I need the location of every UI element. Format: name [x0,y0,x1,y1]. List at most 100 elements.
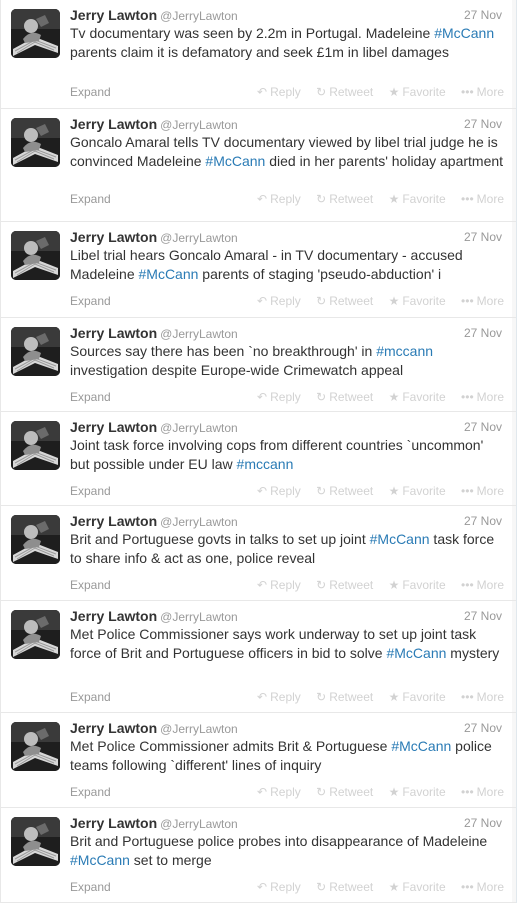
user-handle[interactable]: @JerryLawton [160,231,238,245]
more-button[interactable]: ••• More [461,484,504,498]
more-button[interactable]: ••• More [461,390,504,404]
tweet[interactable]: Jerry Lawton @JerryLawton 27 Nov Brit and… [1,506,516,601]
avatar[interactable] [11,9,60,58]
retweet-button[interactable]: ↻ Retweet [316,192,373,206]
tweet[interactable]: Jerry Lawton @JerryLawton 27 Nov Met Poli… [1,713,516,808]
reply-button[interactable]: ↶ Reply [257,85,301,99]
reply-button[interactable]: ↶ Reply [257,294,301,308]
more-button[interactable]: ••• More [461,785,504,799]
more-button[interactable]: ••• More [461,294,504,308]
user-name[interactable]: Jerry Lawton [70,229,157,245]
user-name[interactable]: Jerry Lawton [70,325,157,341]
timestamp[interactable]: 27 Nov [464,512,502,530]
hashtag-link[interactable]: #mccann [376,343,433,359]
hashtag-link[interactable]: #McCann [139,266,199,282]
reply-button[interactable]: ↶ Reply [257,484,301,498]
timestamp[interactable]: 27 Nov [464,719,502,737]
user-handle[interactable]: @JerryLawton [160,327,238,341]
tweet-timeline[interactable]: Jerry Lawton @JerryLawton 27 Nov Tv docum… [0,0,517,903]
user-handle[interactable]: @JerryLawton [160,722,238,736]
timestamp[interactable]: 27 Nov [464,228,502,246]
reply-button[interactable]: ↶ Reply [257,880,301,894]
expand-link[interactable]: Expand [70,484,111,498]
expand-link[interactable]: Expand [70,294,111,308]
avatar[interactable] [11,817,60,866]
favorite-button[interactable]: ★ Favorite [389,484,446,498]
hashtag-link[interactable]: #McCann [434,25,494,41]
more-button[interactable]: ••• More [461,192,504,206]
expand-link[interactable]: Expand [70,390,111,404]
user-name[interactable]: Jerry Lawton [70,608,157,624]
tweet[interactable]: Jerry Lawton @JerryLawton 27 Nov Libel tr… [1,222,516,318]
retweet-button[interactable]: ↻ Retweet [316,880,373,894]
timestamp[interactable]: 27 Nov [464,115,502,133]
favorite-button[interactable]: ★ Favorite [389,578,446,592]
user-handle[interactable]: @JerryLawton [160,515,238,529]
user-name[interactable]: Jerry Lawton [70,513,157,529]
tweet[interactable]: Jerry Lawton @JerryLawton 27 Nov Joint ta… [1,412,516,506]
favorite-button[interactable]: ★ Favorite [389,690,446,704]
expand-link[interactable]: Expand [70,785,111,799]
hashtag-link[interactable]: #McCann [370,531,430,547]
retweet-button[interactable]: ↻ Retweet [316,484,373,498]
favorite-button[interactable]: ★ Favorite [389,880,446,894]
favorite-button[interactable]: ★ Favorite [389,85,446,99]
hashtag-link[interactable]: #McCann [70,852,130,868]
avatar[interactable] [11,327,60,376]
avatar[interactable] [11,515,60,564]
user-name[interactable]: Jerry Lawton [70,720,157,736]
retweet-button[interactable]: ↻ Retweet [316,578,373,592]
avatar[interactable] [11,722,60,771]
favorite-button[interactable]: ★ Favorite [389,192,446,206]
retweet-button[interactable]: ↻ Retweet [316,85,373,99]
user-name[interactable]: Jerry Lawton [70,815,157,831]
avatar[interactable] [11,421,60,470]
expand-link[interactable]: Expand [70,578,111,592]
user-handle[interactable]: @JerryLawton [160,9,238,23]
hashtag-link[interactable]: #McCann [386,645,446,661]
user-name[interactable]: Jerry Lawton [70,7,157,23]
timestamp[interactable]: 27 Nov [464,607,502,625]
hashtag-link[interactable]: #mccann [237,456,294,472]
avatar[interactable] [11,118,60,167]
tweet[interactable]: Jerry Lawton @JerryLawton 27 Nov Goncalo … [1,109,516,222]
retweet-button[interactable]: ↻ Retweet [316,390,373,404]
avatar[interactable] [11,610,60,659]
retweet-button[interactable]: ↻ Retweet [316,294,373,308]
more-button[interactable]: ••• More [461,880,504,894]
more-button[interactable]: ••• More [461,85,504,99]
user-name[interactable]: Jerry Lawton [70,116,157,132]
favorite-button[interactable]: ★ Favorite [389,294,446,308]
tweet[interactable]: Jerry Lawton @JerryLawton 27 Nov Sources … [1,318,516,412]
reply-button[interactable]: ↶ Reply [257,390,301,404]
user-name[interactable]: Jerry Lawton [70,419,157,435]
expand-link[interactable]: Expand [70,85,111,99]
tweet[interactable]: Jerry Lawton @JerryLawton 27 Nov Tv docum… [1,0,516,109]
expand-link[interactable]: Expand [70,880,111,894]
favorite-button[interactable]: ★ Favorite [389,390,446,404]
tweet[interactable]: Jerry Lawton @JerryLawton 27 Nov Met Poli… [1,601,516,713]
avatar[interactable] [11,231,60,280]
hashtag-link[interactable]: #McCann [205,153,265,169]
user-handle[interactable]: @JerryLawton [160,118,238,132]
more-button[interactable]: ••• More [461,690,504,704]
favorite-button[interactable]: ★ Favorite [389,785,446,799]
tweet[interactable]: Jerry Lawton @JerryLawton 27 Nov Brit and… [1,808,516,903]
reply-button[interactable]: ↶ Reply [257,690,301,704]
user-handle[interactable]: @JerryLawton [160,421,238,435]
user-handle[interactable]: @JerryLawton [160,610,238,624]
more-button[interactable]: ••• More [461,578,504,592]
timestamp[interactable]: 27 Nov [464,418,502,436]
timestamp[interactable]: 27 Nov [464,6,502,24]
expand-link[interactable]: Expand [70,192,111,206]
retweet-button[interactable]: ↻ Retweet [316,785,373,799]
reply-button[interactable]: ↶ Reply [257,192,301,206]
timestamp[interactable]: 27 Nov [464,324,502,342]
reply-button[interactable]: ↶ Reply [257,785,301,799]
reply-button[interactable]: ↶ Reply [257,578,301,592]
expand-link[interactable]: Expand [70,690,111,704]
user-handle[interactable]: @JerryLawton [160,817,238,831]
timestamp[interactable]: 27 Nov [464,814,502,832]
retweet-button[interactable]: ↻ Retweet [316,690,373,704]
hashtag-link[interactable]: #McCann [391,738,451,754]
